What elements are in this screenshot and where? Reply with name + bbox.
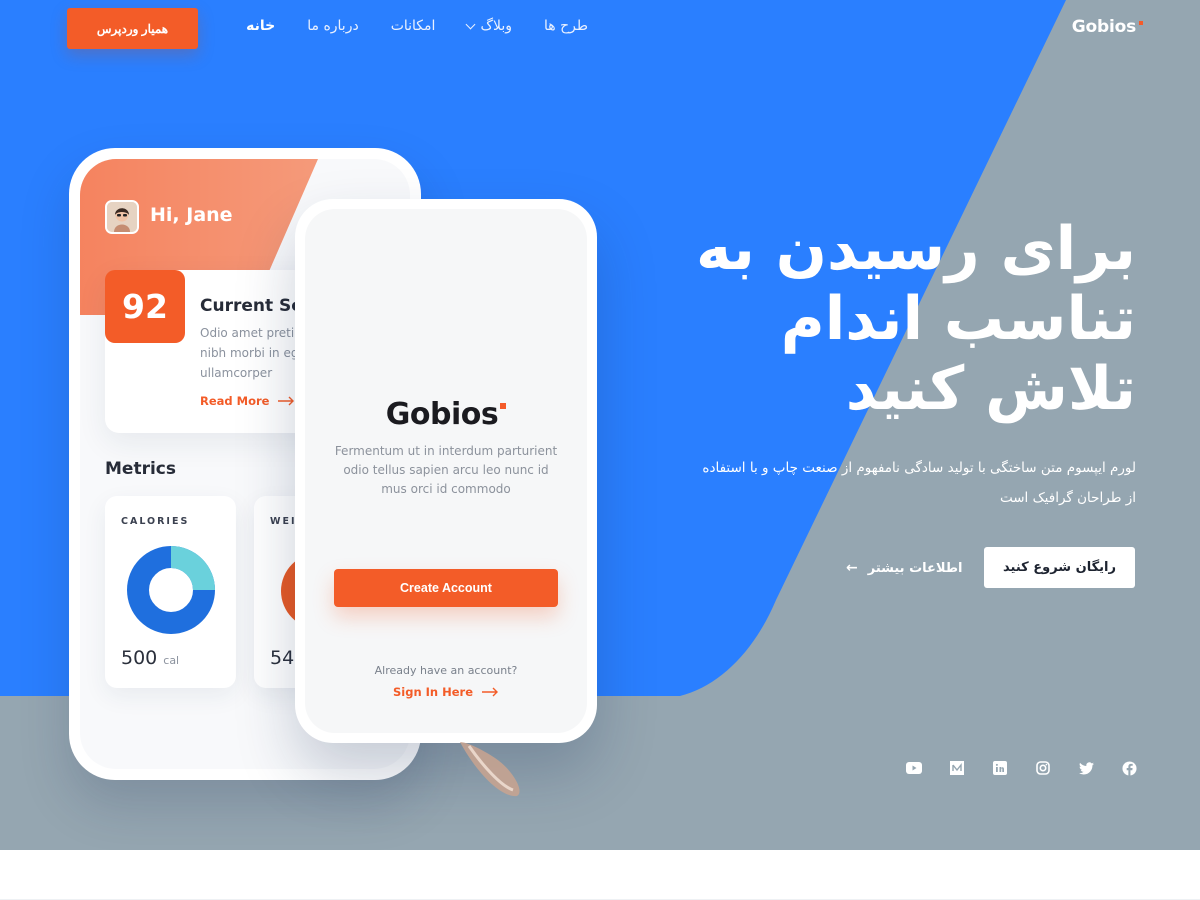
logo-dot	[500, 403, 507, 409]
linkedin-icon[interactable]	[992, 760, 1008, 776]
social-links	[906, 760, 1137, 776]
signup-description: Fermentum ut in interdum parturient odio…	[334, 444, 558, 496]
facebook-icon[interactable]	[1121, 760, 1137, 776]
avatar	[105, 200, 139, 234]
hero-headline: برای رسیدن به تناسب اندام تلاش کنید	[695, 214, 1137, 424]
logo-dot	[1139, 21, 1143, 25]
nav-item-blog[interactable]: وبلاگ	[465, 18, 512, 34]
chevron-down-icon	[465, 19, 476, 29]
calories-value: 500 cal	[121, 647, 180, 669]
calories-donut-chart	[127, 546, 215, 634]
create-account-button[interactable]: Create Account	[334, 569, 558, 607]
calories-label: CALORIES	[121, 516, 190, 527]
arrow-right-icon	[278, 396, 295, 406]
nav-item-plans[interactable]: طرح ها	[544, 18, 588, 34]
hero-paragraph: لورم ایپسوم متن ساختگی با تولید سادگی نا…	[702, 460, 1136, 506]
greeting: Hi, Jane	[150, 204, 233, 226]
medium-icon[interactable]	[949, 760, 965, 776]
header-cta-button[interactable]: همیار وردپرس	[67, 8, 198, 49]
decorative-propeller	[460, 742, 520, 797]
nav-item-about[interactable]: درباره ما	[307, 18, 358, 34]
next-section	[0, 850, 1200, 900]
signup-screen: Gobios Fermentum ut in interdum parturie…	[305, 209, 587, 733]
nav-item-home[interactable]: خانه	[246, 18, 275, 34]
more-info-button[interactable]: اطلاعات بیشتر ←	[846, 557, 962, 579]
signup-phone-mockup: Gobios Fermentum ut in interdum parturie…	[295, 199, 597, 743]
site-logo[interactable]: Gobios	[1072, 17, 1143, 37]
sign-in-label: Sign In Here	[392, 685, 473, 699]
arrow-left-icon: ←	[846, 560, 858, 576]
already-have-account-text: Already have an account?	[374, 664, 518, 677]
more-info-label: اطلاعات بیشتر	[867, 560, 963, 576]
score-badge: 92	[105, 270, 185, 343]
hero-section: Gobios خانه درباره ما امکانات وبلاگ طرح …	[0, 0, 1200, 850]
calories-card: CALORIES 500 cal	[105, 496, 236, 688]
instagram-icon[interactable]	[1035, 760, 1051, 776]
nav-item-features[interactable]: امکانات	[391, 18, 436, 34]
app-logo: Gobios	[305, 397, 587, 432]
youtube-icon[interactable]	[906, 760, 922, 776]
sign-in-link[interactable]: Sign In Here	[305, 685, 587, 699]
arrow-right-icon	[482, 687, 498, 697]
read-more-label: Read More	[200, 394, 270, 408]
main-nav: خانه درباره ما امکانات وبلاگ طرح ها	[246, 18, 588, 34]
start-free-button[interactable]: رایگان شروع کنید	[984, 547, 1135, 588]
twitter-icon[interactable]	[1078, 760, 1094, 776]
metrics-title: Metrics	[105, 459, 176, 479]
read-more-link[interactable]: Read More	[200, 394, 295, 408]
calories-donut-segment	[170, 546, 215, 591]
weight-value: 54	[270, 647, 295, 669]
calories-unit: cal	[163, 654, 180, 667]
